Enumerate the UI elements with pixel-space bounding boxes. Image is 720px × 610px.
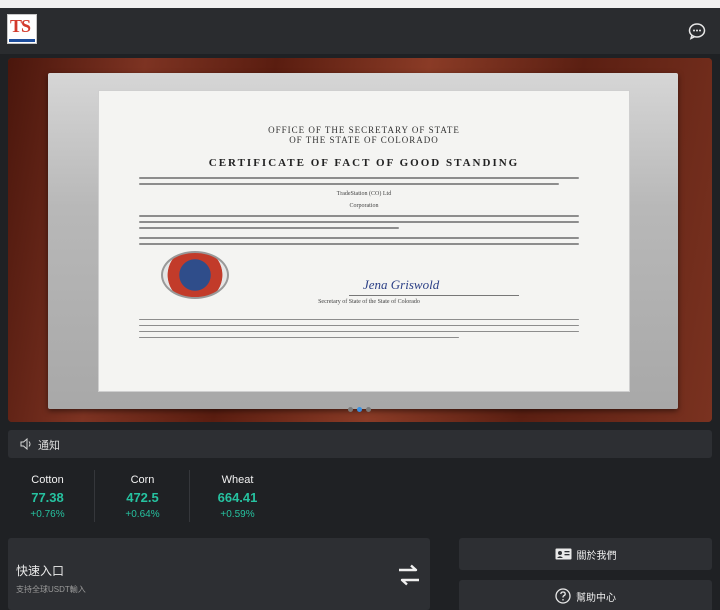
state-seal-icon <box>161 251 229 299</box>
certificate-title: CERTIFICATE OF FACT OF GOOD STANDING <box>208 157 520 169</box>
help-center-label: 幫助中心 <box>576 592 616 604</box>
price-card-wheat[interactable]: Wheat 664.41 +0.59% <box>190 462 285 528</box>
price-card-corn[interactable]: Corn 472.5 +0.64% <box>95 462 190 528</box>
quick-entry-card[interactable]: 快速入口 支持全球USDT輸入 <box>8 538 430 610</box>
certificate-entity: TradeStation (CO) Ltd <box>336 191 392 197</box>
price-value: 664.41 <box>217 490 258 505</box>
price-value: 77.38 <box>31 490 64 505</box>
help-center-button[interactable]: 幫助中心 <box>459 580 712 610</box>
carousel-dot[interactable] <box>348 407 353 412</box>
speaker-icon <box>20 438 31 450</box>
top-edge-strip <box>0 0 720 8</box>
question-circle-icon <box>555 588 571 604</box>
price-name: Cotton <box>31 474 64 486</box>
swap-arrows-icon[interactable] <box>396 562 422 588</box>
price-card-cotton[interactable]: Cotton 77.38 +0.76% <box>0 462 95 528</box>
carousel-dot[interactable] <box>366 407 371 412</box>
commodity-price-strip: Cotton 77.38 +0.76% Corn 472.5 +0.64% Wh… <box>0 462 720 532</box>
logo-mark: TS <box>10 16 31 36</box>
certificate-image: OFFICE OF THE SECRETARY OF STATE OF THE … <box>98 90 630 392</box>
carousel-dot-active[interactable] <box>357 407 362 412</box>
certificate-signature: Jena Griswold <box>363 277 440 292</box>
brand-logo[interactable]: TS <box>7 14 37 44</box>
quick-entry-title: 快速入口 <box>16 564 65 578</box>
price-change: +0.64% <box>125 509 160 520</box>
price-name: Corn <box>130 474 155 486</box>
certificate-kind: Corporation <box>349 203 379 209</box>
about-us-label: 關於我們 <box>576 550 617 562</box>
chat-bubble-icon[interactable] <box>688 22 706 40</box>
quick-entry-subtitle: 支持全球USDT輸入 <box>16 585 86 594</box>
notice-label: 通知 <box>38 440 60 452</box>
certificate-frame: OFFICE OF THE SECRETARY OF STATE OF THE … <box>48 73 678 409</box>
notice-bar[interactable]: 通知 <box>8 430 712 458</box>
carousel-indicators <box>348 407 371 412</box>
certificate-office-line2: OF THE STATE OF COLORADO <box>289 135 439 145</box>
app-header: TS <box>0 8 720 54</box>
price-value: 472.5 <box>126 490 159 505</box>
hero-banner-carousel[interactable]: OFFICE OF THE SECRETARY OF STATE OF THE … <box>8 58 712 422</box>
id-card-icon <box>555 548 571 560</box>
certificate-signature-caption: Secretary of State of the State of Color… <box>318 299 420 305</box>
certificate-office-line1: OFFICE OF THE SECRETARY OF STATE <box>268 125 460 135</box>
price-change: +0.59% <box>220 509 255 520</box>
about-us-button[interactable]: 關於我們 <box>459 538 712 570</box>
price-name: Wheat <box>221 474 254 486</box>
price-change: +0.76% <box>30 509 65 520</box>
